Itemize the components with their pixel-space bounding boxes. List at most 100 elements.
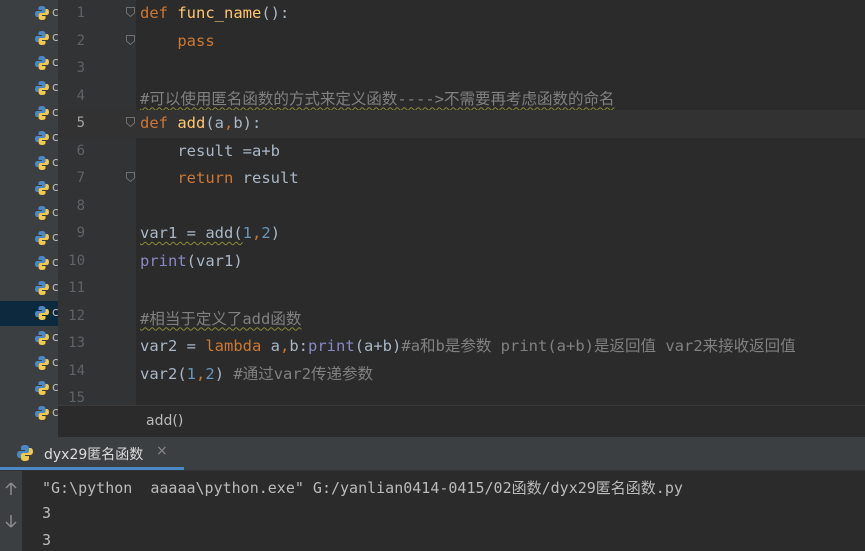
code-token: var1 = add( (140, 224, 243, 242)
line-number: 15 (68, 390, 85, 405)
file-item[interactable]: c (0, 276, 58, 301)
code-line[interactable]: 3 (58, 55, 865, 83)
code-text: def add(a,b): (140, 114, 261, 132)
code-token: lambda (205, 337, 271, 355)
file-item[interactable]: c (0, 401, 58, 426)
code-line[interactable]: 12 #相当于定义了add函数 (58, 303, 865, 331)
code-token: ) (270, 224, 281, 242)
run-tab-label: dyx29匿名函数 (44, 447, 144, 463)
code-text: pass (140, 32, 214, 50)
breadcrumb[interactable]: add() (58, 405, 865, 438)
close-icon[interactable]: × (156, 443, 168, 459)
code-text: print(var1) (140, 252, 243, 270)
code-token: add (177, 114, 206, 132)
code-token: 2 (261, 224, 271, 242)
code-line[interactable]: 13 var2 = lambda a,b:print(a+b)#a和b是参数 pr… (58, 330, 865, 358)
code-token: print (308, 337, 355, 355)
python-file-icon (35, 81, 49, 95)
code-token: , (280, 337, 290, 355)
python-file-icon (35, 231, 49, 245)
code-line[interactable]: 5 def add(a,b): (58, 110, 865, 138)
fold-icon[interactable] (126, 7, 135, 17)
code-line[interactable]: 7 return result (58, 165, 865, 193)
file-item[interactable]: c (0, 76, 58, 101)
code-token: b: (289, 337, 309, 355)
code-text: var2(1,2) #通过var2传递参数 (140, 362, 373, 384)
line-number: 9 (76, 225, 85, 241)
file-item[interactable]: c (0, 1, 58, 26)
file-item[interactable]: c (0, 151, 58, 176)
file-item[interactable]: c (0, 201, 58, 226)
python-file-icon (35, 256, 49, 270)
run-panel: dyx29匿名函数 × "G:\python aaaaa\python.exe"… (0, 437, 865, 551)
file-item[interactable]: c (0, 376, 58, 401)
line-number: 12 (68, 307, 85, 324)
code-token: (): (261, 4, 290, 22)
code-token: #相当于定义了add函数 (140, 309, 302, 328)
file-item[interactable]: c (0, 326, 58, 351)
code-token: func_name (177, 4, 262, 22)
code-line[interactable]: 4 #可以使用匿名函数的方式来定义函数---->不需要再考虑函数的命名 (58, 83, 865, 111)
breadcrumb-function[interactable]: add() (146, 413, 183, 429)
code-token: 1 (186, 364, 197, 383)
code-editor[interactable]: 1 def func_name(): 2 pass 3 4 #可以使用匿名函数的方式来定义… (58, 0, 865, 405)
code-text: #可以使用匿名函数的方式来定义函数---->不需要再考虑函数的命名 (140, 87, 615, 109)
python-file-icon (35, 331, 49, 345)
code-token: 2 (205, 364, 215, 383)
code-line[interactable]: 14 var2(1,2) #通过var2传递参数 (58, 358, 865, 386)
file-item[interactable]: c (0, 126, 58, 151)
code-token: , (252, 224, 262, 242)
python-file-icon (35, 156, 49, 170)
code-line[interactable]: 15 (58, 385, 865, 405)
line-number: 8 (76, 197, 85, 214)
fold-icon[interactable] (126, 34, 135, 45)
python-file-icon (35, 106, 49, 120)
fold-icon[interactable] (126, 117, 135, 127)
code-line[interactable]: 11 (58, 275, 865, 303)
python-file-icon (35, 206, 49, 220)
python-file-icon (35, 406, 49, 420)
code-line[interactable]: 2 pass (58, 28, 865, 56)
file-item[interactable]: c (0, 51, 58, 76)
python-file-icon (35, 306, 49, 320)
run-tab[interactable]: dyx29匿名函数 × (0, 437, 184, 470)
code-token: (a+b) (354, 337, 402, 355)
code-token: def (140, 114, 178, 132)
file-item[interactable]: c (0, 251, 58, 276)
file-item[interactable]: c (0, 26, 58, 51)
line-number: 3 (76, 60, 85, 76)
line-number: 10 (68, 252, 85, 269)
file-item[interactable]: c (0, 301, 58, 326)
arrow-down-icon[interactable] (3, 513, 19, 529)
line-number: 6 (76, 142, 85, 159)
fold-icon[interactable] (126, 172, 135, 182)
code-token: #可以使用匿名函数的方式来定义函数---->不需要再考虑函数的命名 (140, 89, 615, 108)
file-item[interactable]: c (0, 351, 58, 376)
code-token: var2 = (140, 337, 206, 355)
python-file-icon (35, 281, 49, 295)
file-item[interactable]: c (0, 101, 58, 126)
code-line[interactable]: 10 print(var1) (58, 248, 865, 276)
python-file-icon (35, 181, 49, 195)
file-item[interactable]: c (0, 176, 58, 201)
code-line[interactable]: 6 result =a+b (58, 138, 865, 166)
code-token: print (140, 251, 187, 270)
code-text: #相当于定义了add函数 (140, 307, 301, 329)
code-text: var2 = lambda a,b:print(a+b)#a和b是参数 prin… (140, 334, 796, 356)
code-token: result (242, 169, 299, 187)
code-text: var1 = add(1,2) (140, 224, 280, 242)
line-number: 4 (76, 87, 85, 104)
output-line: 3 (42, 504, 52, 522)
code-line[interactable]: 8 (58, 193, 865, 221)
code-line[interactable]: 9 var1 = add(1,2) (58, 220, 865, 248)
code-text: result =a+b (140, 142, 280, 160)
code-token: , (196, 364, 206, 383)
project-tree[interactable]: ccccccccccccccccc (0, 0, 58, 437)
arrow-up-icon[interactable] (3, 481, 19, 497)
code-line[interactable]: 1 def func_name(): (58, 0, 865, 28)
file-item[interactable]: c (0, 226, 58, 251)
code-text: def func_name(): (140, 4, 289, 22)
python-file-icon (35, 31, 49, 45)
output-line: 3 (42, 531, 52, 549)
code-token: def (140, 4, 178, 22)
